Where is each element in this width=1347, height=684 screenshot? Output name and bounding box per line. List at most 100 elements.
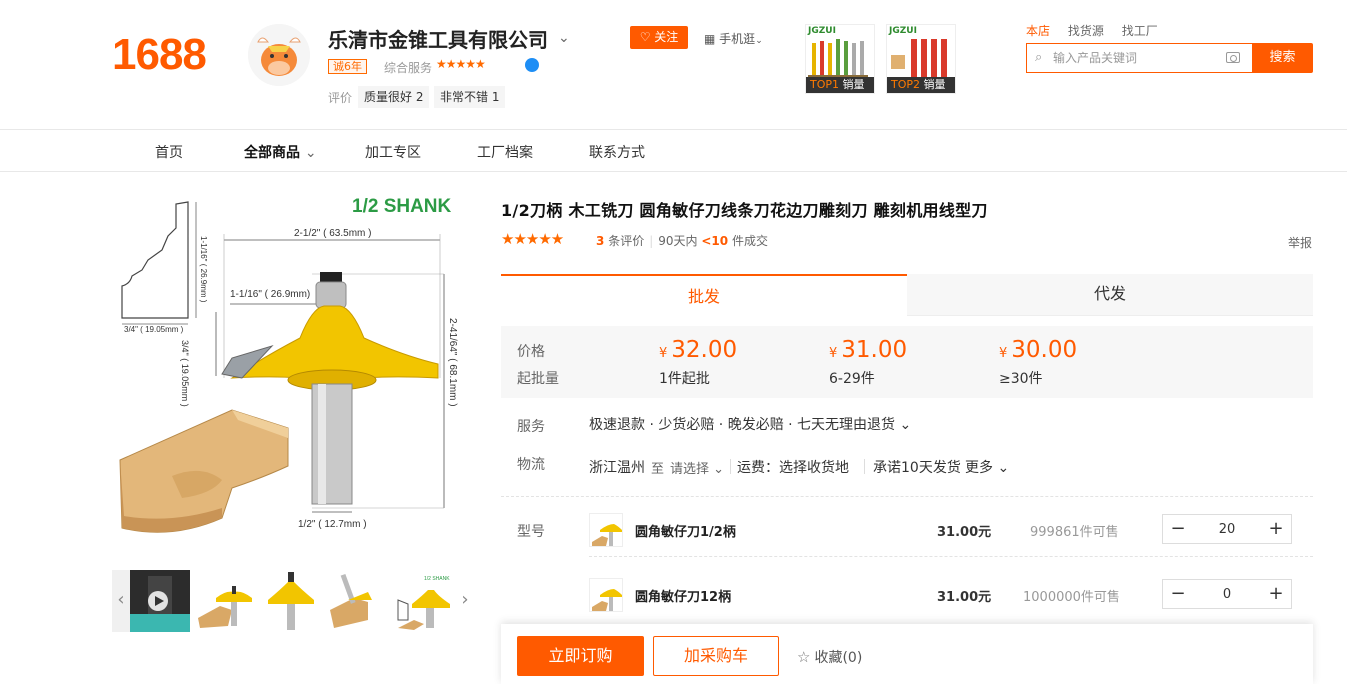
- review-count[interactable]: 3: [596, 234, 604, 248]
- sales-suffix: 件成交: [731, 234, 768, 248]
- quantity-stepper: − +: [1162, 514, 1292, 544]
- thumbnail-image[interactable]: [262, 570, 320, 632]
- report-link[interactable]: 举报: [1288, 234, 1312, 251]
- nav-item-processing[interactable]: 加工专区: [365, 142, 421, 162]
- service-guarantees[interactable]: 极速退款 · 少货必赔 · 晚发必赔 · 七天无理由退货 ⌄: [589, 414, 911, 434]
- shipping-fee[interactable]: 运费：选择收货地: [737, 457, 849, 477]
- nav-label: 全部商品: [244, 145, 300, 161]
- sku-row: 圆角敏仔刀12柄 31.00元 1000000件可售 − +: [589, 566, 1313, 622]
- quantity-stepper: − +: [1162, 579, 1292, 609]
- purchase-action-bar: 立即订购 加采购车 ☆ 收藏(0): [501, 624, 1313, 684]
- chevron-right-icon[interactable]: ›: [456, 570, 474, 632]
- top-product-2[interactable]: JGZUI TOP2 销量: [886, 24, 956, 94]
- search-tab-source[interactable]: 找货源: [1068, 24, 1104, 38]
- ship-origin: 浙江温州: [589, 460, 645, 476]
- buy-now-button[interactable]: 立即订购: [517, 636, 644, 676]
- top-product-1[interactable]: JGZUI TOP1 销量: [805, 24, 875, 94]
- nav-item-contact[interactable]: 联系方式: [589, 142, 645, 162]
- shank-label: 1/2 SHANK: [352, 196, 452, 217]
- moq-label: 起批量: [517, 371, 559, 387]
- tab-dropship[interactable]: 代发: [907, 274, 1313, 316]
- follow-label: 关注: [654, 30, 679, 44]
- search-tab-factory[interactable]: 找工厂: [1122, 24, 1158, 38]
- qr-grid-icon: ▦: [704, 32, 716, 46]
- tab-wholesale[interactable]: 批发: [501, 274, 907, 316]
- nav-item-home[interactable]: 首页: [155, 142, 183, 162]
- dim-label: 1/2" ( 12.7mm ): [298, 519, 367, 530]
- thumbnail-strip: ‹ 1/2 SHANK ›: [112, 570, 474, 632]
- follow-button[interactable]: ♡ 关注: [630, 26, 688, 49]
- search-scope-tabs: 本店 找货源 找工厂: [1026, 22, 1172, 39]
- dim-label: 3/4" ( 19.05mm ): [124, 325, 184, 334]
- sku-name: 圆角敏仔刀1/2柄: [635, 525, 736, 540]
- more-logistics[interactable]: 更多 ⌄: [965, 457, 1009, 477]
- dim-label: 2-1/2" ( 63.5mm ): [294, 228, 372, 239]
- sku-name: 圆角敏仔刀12柄: [635, 590, 732, 605]
- chevron-down-icon: ⌄: [713, 462, 725, 477]
- increment-button[interactable]: +: [1261, 515, 1291, 543]
- chevron-down-icon[interactable]: ⌄: [558, 30, 570, 46]
- sku-thumbnail[interactable]: [589, 578, 623, 612]
- sku-row: 圆角敏仔刀1/2柄 31.00元 999861件可售 − +: [589, 501, 1313, 557]
- rating-stars: ★★★★★: [501, 230, 564, 248]
- thumbnail-video[interactable]: [130, 570, 190, 632]
- camera-icon[interactable]: [1226, 52, 1240, 63]
- destination-select[interactable]: 请选择 ⌄: [670, 458, 724, 477]
- tier-moq: 1件起批: [659, 371, 710, 387]
- price-label: 价格: [517, 344, 545, 360]
- favorite-label: 收藏(0): [814, 650, 863, 666]
- site-logo[interactable]: 1688: [112, 30, 207, 80]
- thumbnail-image[interactable]: [196, 570, 254, 632]
- ship-to-label: 至: [651, 462, 665, 477]
- decrement-button[interactable]: −: [1163, 515, 1193, 543]
- sku-label: 型号: [517, 524, 545, 540]
- heart-icon: ♡: [639, 30, 651, 44]
- sku-price: 31.00元: [937, 525, 992, 540]
- review-tag[interactable]: 质量很好 2: [358, 86, 430, 108]
- chevron-down-icon: ⌄: [997, 460, 1010, 476]
- shop-avatar[interactable]: [248, 24, 310, 86]
- review-count-suffix[interactable]: 条评价: [608, 234, 644, 248]
- search-tab-store[interactable]: 本店: [1026, 24, 1050, 38]
- divider: [730, 459, 731, 474]
- product-title: 1/2刀柄 木工铣刀 圆角敏仔刀线条刀花边刀雕刻刀 雕刻机用线型刀: [501, 201, 988, 220]
- verified-icon[interactable]: [525, 58, 539, 72]
- search-button[interactable]: 搜索: [1252, 43, 1313, 73]
- service-score-label: 综合服务: [384, 61, 433, 75]
- sku-stock: 1000000件可售: [1023, 590, 1120, 605]
- service-label: 服务: [517, 419, 545, 435]
- chevron-down-icon: ⌄: [304, 145, 317, 161]
- sales-period: 90天内: [658, 234, 698, 248]
- thumbnail-image[interactable]: [328, 570, 386, 632]
- sku-thumbnail[interactable]: [589, 513, 623, 547]
- decrement-button[interactable]: −: [1163, 580, 1193, 608]
- nav-item-factory-profile[interactable]: 工厂档案: [477, 142, 533, 162]
- increment-button[interactable]: +: [1261, 580, 1291, 608]
- company-name[interactable]: 乐清市金锥工具有限公司: [328, 24, 548, 53]
- divider: [864, 459, 865, 474]
- ship-promise: 承诺10天发货: [873, 460, 961, 476]
- years-badge: 诚6年: [328, 59, 367, 74]
- thumbnail-image[interactable]: 1/2 SHANK: [394, 570, 452, 632]
- star-outline-icon: ☆: [797, 648, 811, 666]
- sales-count: <10: [701, 234, 729, 248]
- tier-moq: 6-29件: [829, 371, 875, 387]
- dim-label: 3/4" ( 19.05mm ): [180, 340, 190, 407]
- shop-nav: 首页 全部商品 ⌄ 加工专区 工厂档案 联系方式: [0, 130, 1347, 172]
- add-to-cart-button[interactable]: 加采购车: [653, 636, 779, 676]
- search-box: ⌕: [1026, 43, 1252, 73]
- tier-price: ¥31.00: [829, 337, 908, 363]
- logistics-label: 物流: [517, 457, 545, 473]
- review-tag[interactable]: 非常不错 1: [434, 86, 506, 108]
- rank-tag: TOP2 销量: [887, 77, 955, 93]
- search-input[interactable]: [1053, 48, 1223, 68]
- quantity-input[interactable]: [1193, 519, 1261, 539]
- nav-item-all-products[interactable]: 全部商品 ⌄: [244, 142, 317, 162]
- rank-tag: TOP1 销量: [806, 77, 874, 93]
- dim-label: 1-1/16" ( 26.9mm ): [199, 236, 208, 303]
- quantity-input[interactable]: [1193, 584, 1261, 604]
- chevron-left-icon[interactable]: ‹: [112, 570, 130, 632]
- favorite-button[interactable]: ☆ 收藏(0): [797, 647, 862, 667]
- mobile-browse-link[interactable]: ▦ 手机逛⌄: [704, 30, 763, 47]
- main-product-image[interactable]: [112, 188, 474, 553]
